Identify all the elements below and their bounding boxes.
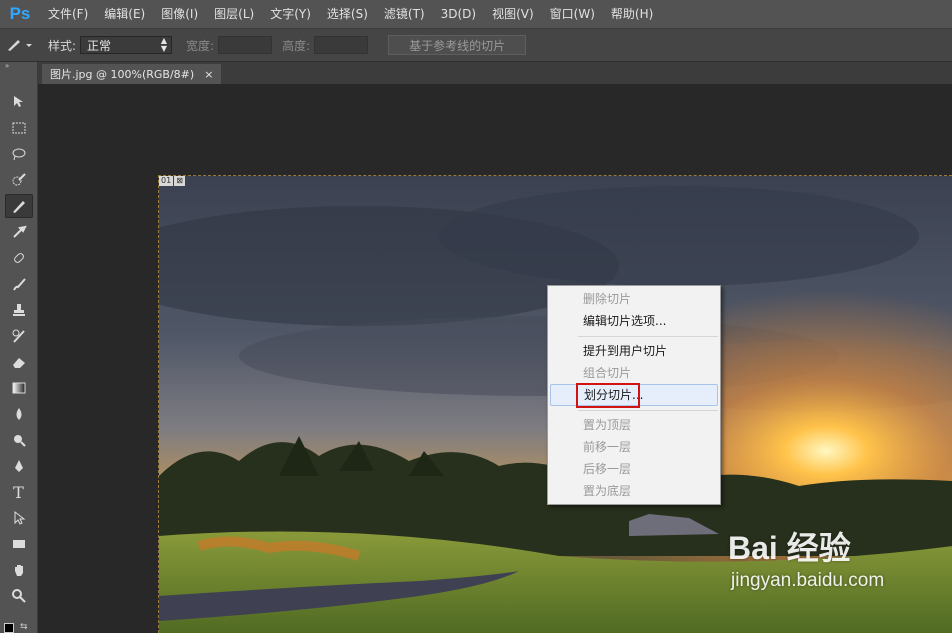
options-bar: 样式: 正常 ▲ ▼ 宽度: 高度: 基于参考线的切片 (0, 28, 952, 62)
menu-edit[interactable]: 编辑(E) (96, 0, 153, 28)
width-field[interactable] (218, 36, 273, 54)
pen-tool-icon[interactable] (5, 454, 33, 478)
style-select-value: 正常 (87, 38, 112, 53)
menu-help[interactable]: 帮助(H) (603, 0, 661, 28)
close-icon[interactable]: × (204, 68, 213, 81)
swap-colors-icon[interactable]: ⇆ (4, 623, 34, 633)
rectangle-tool-icon[interactable] (5, 532, 33, 556)
width-label: 宽度: (186, 38, 215, 53)
document-tab-bar: 图片.jpg @ 100%(RGB/8#) × (38, 62, 952, 84)
menu-filter[interactable]: 滤镜(T) (376, 0, 433, 28)
marquee-tool-icon[interactable] (5, 116, 33, 140)
dodge-tool-icon[interactable] (5, 428, 33, 452)
blur-tool-icon[interactable] (5, 402, 33, 426)
eraser-tool-icon[interactable] (5, 350, 33, 374)
tool-preset-picker[interactable] (0, 37, 38, 53)
annotation-highlight-box (576, 383, 640, 408)
eyedropper-tool-icon[interactable] (5, 220, 33, 244)
slice-tool-icon[interactable] (4, 194, 33, 218)
zoom-tool-icon[interactable] (5, 584, 33, 608)
quick-selection-tool-icon[interactable] (5, 168, 33, 192)
menu-3d[interactable]: 3D(D) (433, 0, 484, 28)
menu-item-combine-slices[interactable]: 组合切片 (550, 362, 718, 384)
menu-separator (578, 410, 718, 411)
menu-item-delete-slice[interactable]: 删除切片 (550, 288, 718, 310)
menu-layer[interactable]: 图层(L) (206, 0, 262, 28)
hand-tool-icon[interactable] (5, 558, 33, 582)
menu-separator (578, 336, 718, 337)
height-label: 高度: (282, 38, 311, 53)
menu-item-send-backward[interactable]: 后移一层 (550, 458, 718, 480)
menu-type[interactable]: 文字(Y) (262, 0, 319, 28)
slice-tool-icon (8, 40, 32, 51)
clone-stamp-tool-icon[interactable] (5, 298, 33, 322)
path-selection-tool-icon[interactable] (5, 506, 33, 530)
photoshop-logo[interactable]: Ps (0, 0, 40, 28)
menu-window[interactable]: 窗口(W) (542, 0, 603, 28)
menu-view[interactable]: 视图(V) (484, 0, 542, 28)
lasso-tool-icon[interactable] (5, 142, 33, 166)
menu-item-bring-to-front[interactable]: 置为顶层 (550, 414, 718, 436)
menu-file[interactable]: 文件(F) (40, 0, 96, 28)
style-label: 样式: (48, 38, 77, 53)
image-slice-icon: ⊠ (174, 176, 185, 186)
move-tool-icon[interactable] (5, 90, 33, 114)
watermark-logo: Bai 经验 (728, 530, 851, 566)
gradient-tool-icon[interactable] (5, 376, 33, 400)
menu-item-edit-slice-options[interactable]: 编辑切片选项... (550, 310, 718, 332)
type-tool-icon[interactable]: T (5, 480, 33, 504)
brush-tool-icon[interactable] (5, 272, 33, 296)
document-tab-title: 图片.jpg @ 100%(RGB/8#) (50, 68, 195, 81)
style-select[interactable]: 正常 ▲ ▼ (80, 36, 173, 54)
menu-bar: Ps 文件(F) 编辑(E) 图像(I) 图层(L) 文字(Y) 选择(S) 滤… (0, 0, 952, 28)
slice-badge: 01 ⊠ (159, 176, 185, 186)
menu-image[interactable]: 图像(I) (153, 0, 206, 28)
menu-item-bring-forward[interactable]: 前移一层 (550, 436, 718, 458)
height-field[interactable] (314, 36, 369, 54)
watermark-url: jingyan.baidu.com (731, 570, 885, 591)
menu-item-promote-user-slice[interactable]: 提升到用户切片 (550, 340, 718, 362)
menu-select[interactable]: 选择(S) (319, 0, 376, 28)
menu-item-send-to-back[interactable]: 置为底层 (550, 480, 718, 502)
history-brush-tool-icon[interactable] (5, 324, 33, 348)
tools-panel: » T ⇆ (0, 62, 38, 633)
panel-collapse-icon[interactable]: » (0, 62, 37, 70)
document-tab[interactable]: 图片.jpg @ 100%(RGB/8#) × (42, 64, 222, 84)
slices-from-guides-button[interactable]: 基于参考线的切片 (388, 35, 527, 55)
baidu-jingyan-watermark: Bai 经验 jingyan.baidu.com (728, 530, 884, 592)
healing-brush-tool-icon[interactable] (5, 246, 33, 270)
slice-number-label: 01 (159, 176, 174, 186)
select-arrows-icon: ▲ ▼ (160, 36, 168, 53)
